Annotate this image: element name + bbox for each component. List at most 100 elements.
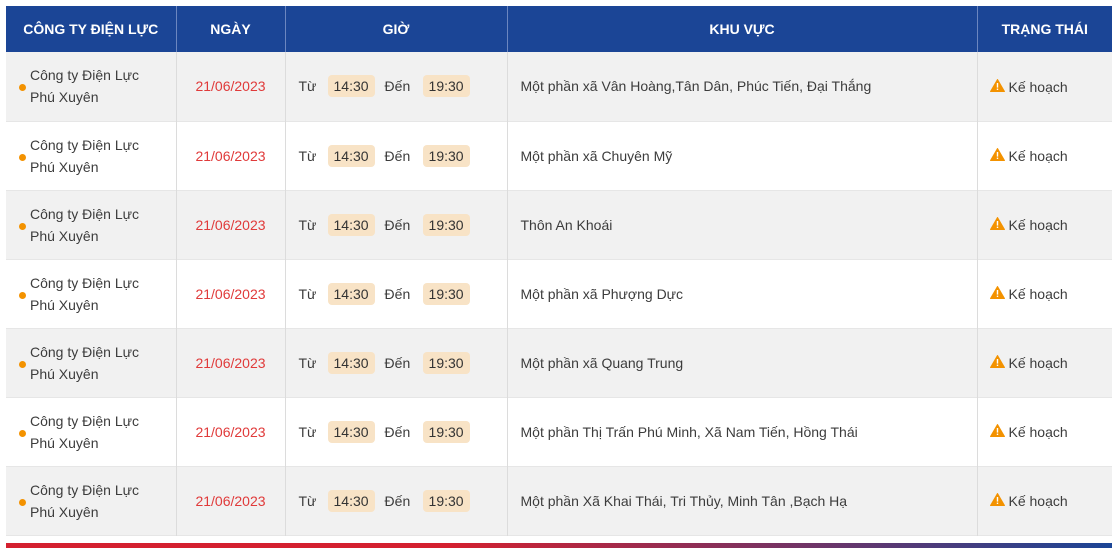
company-cell: Công ty Điện Lực Phú Xuyên — [6, 259, 177, 328]
table-row: Công ty Điện Lực Phú Xuyên 21/06/2023 Từ… — [6, 397, 1112, 466]
to-label: Đến — [384, 78, 411, 95]
company-line-1: Công ty Điện Lực — [30, 274, 139, 291]
area-cell: Thôn An Khoái — [507, 190, 978, 259]
status-label: Kế hoạch — [1008, 493, 1068, 510]
company-line-2: Phú Xuyên — [30, 434, 99, 451]
status-label: Kế hoạch — [1008, 78, 1068, 95]
status-cell: Kế hoạch — [977, 466, 1112, 535]
from-label: Từ — [298, 492, 317, 509]
company-cell: Công ty Điện Lực Phú Xuyên — [6, 52, 177, 121]
warning-icon — [989, 78, 1005, 95]
company-line-1: Công ty Điện Lực — [30, 205, 139, 222]
time-cell: Từ 14:30 Đến 19:30 — [285, 466, 508, 535]
start-time-badge: 14:30 — [327, 351, 375, 374]
bullet-dot-icon — [19, 429, 26, 437]
date-cell: 21/06/2023 — [176, 52, 286, 121]
bullet-dot-icon — [19, 498, 26, 506]
area-cell: Một phần xã Vân Hoàng,Tân Dân, Phúc Tiến… — [507, 52, 978, 121]
area-cell: Một phần Xã Khai Thái, Tri Thủy, Minh Tâ… — [507, 466, 978, 535]
table-row: Công ty Điện Lực Phú Xuyên 21/06/2023 Từ… — [6, 259, 1112, 328]
company-cell: Công ty Điện Lực Phú Xuyên — [6, 121, 177, 190]
header-row: CÔNG TY ĐIỆN LỰC NGÀY GIỜ KHU VỰC TRẠNG … — [6, 6, 1112, 52]
table-row: Công ty Điện Lực Phú Xuyên 21/06/2023 Từ… — [6, 52, 1112, 121]
date-cell: 21/06/2023 — [176, 397, 286, 466]
header-time: GIỜ — [285, 6, 508, 52]
to-label: Đến — [384, 354, 411, 371]
status-cell: Kế hoạch — [977, 121, 1112, 190]
company-name: Công ty Điện Lực Phú Xuyên — [6, 64, 176, 108]
bullet-dot-icon — [19, 222, 26, 230]
bullet-dot-icon — [19, 360, 26, 368]
end-time-badge: 19:30 — [422, 489, 470, 512]
company-line-1: Công ty Điện Lực — [30, 481, 139, 498]
start-time-badge: 14:30 — [327, 282, 375, 305]
warning-icon — [989, 148, 1005, 164]
table-row: Công ty Điện Lực Phú Xuyên 21/06/2023 Từ… — [6, 121, 1112, 190]
bullet-dot-icon — [19, 84, 26, 92]
company-line-2: Phú Xuyên — [30, 365, 99, 382]
company-line-1: Công ty Điện Lực — [30, 136, 139, 153]
company-line-2: Phú Xuyên — [30, 296, 99, 313]
time-cell: Từ 14:30 Đến 19:30 — [285, 259, 508, 328]
start-time-badge: 14:30 — [327, 75, 375, 98]
warning-icon — [989, 424, 1005, 440]
company-name: Công ty Điện Lực Phú Xuyên — [6, 341, 176, 385]
start-time-badge: 14:30 — [327, 213, 375, 236]
company-name: Công ty Điện Lực Phú Xuyên — [6, 203, 176, 247]
end-time-badge: 19:30 — [422, 213, 470, 236]
company-cell: Công ty Điện Lực Phú Xuyên — [6, 328, 177, 397]
company-line-2: Phú Xuyên — [30, 503, 99, 520]
bullet-dot-icon — [19, 291, 26, 299]
end-time-badge: 19:30 — [422, 75, 470, 98]
status-label: Kế hoạch — [1008, 355, 1068, 372]
table-row: Công ty Điện Lực Phú Xuyên 21/06/2023 Từ… — [6, 466, 1112, 535]
header-company: CÔNG TY ĐIỆN LỰC — [6, 6, 177, 52]
from-label: Từ — [298, 216, 317, 233]
area-cell: Một phần xã Quang Trung — [507, 328, 978, 397]
end-time-badge: 19:30 — [422, 282, 470, 305]
date-cell: 21/06/2023 — [176, 259, 286, 328]
company-line-2: Phú Xuyên — [30, 89, 99, 106]
outage-schedule-table-wrapper: CÔNG TY ĐIỆN LỰC NGÀY GIỜ KHU VỰC TRẠNG … — [6, 6, 1112, 536]
status-label: Kế hoạch — [1008, 217, 1068, 234]
outage-schedule-table: CÔNG TY ĐIỆN LỰC NGÀY GIỜ KHU VỰC TRẠNG … — [6, 6, 1112, 536]
company-name: Công ty Điện Lực Phú Xuyên — [6, 410, 176, 454]
end-time-badge: 19:30 — [422, 144, 470, 167]
bottom-accent-bar — [6, 543, 1112, 548]
table-row: Công ty Điện Lực Phú Xuyên 21/06/2023 Từ… — [6, 328, 1112, 397]
company-line-2: Phú Xuyên — [30, 158, 99, 175]
company-line-2: Phú Xuyên — [30, 227, 99, 244]
area-cell: Một phần xã Chuyên Mỹ — [507, 121, 978, 190]
time-cell: Từ 14:30 Đến 19:30 — [285, 52, 508, 121]
company-line-1: Công ty Điện Lực — [30, 412, 139, 429]
warning-icon — [989, 355, 1005, 371]
from-label: Từ — [298, 285, 317, 302]
date-cell: 21/06/2023 — [176, 466, 286, 535]
time-cell: Từ 14:30 Đến 19:30 — [285, 328, 508, 397]
from-label: Từ — [298, 354, 317, 371]
company-name: Công ty Điện Lực Phú Xuyên — [6, 479, 176, 523]
from-label: Từ — [298, 78, 317, 95]
start-time-badge: 14:30 — [327, 489, 375, 512]
table-row: Công ty Điện Lực Phú Xuyên 21/06/2023 Từ… — [6, 190, 1112, 259]
header-area: KHU VỰC — [507, 6, 978, 52]
header-status: TRẠNG THÁI — [977, 6, 1112, 52]
status-cell: Kế hoạch — [977, 52, 1112, 121]
time-cell: Từ 14:30 Đến 19:30 — [285, 121, 508, 190]
area-cell: Một phần Thị Trấn Phú Minh, Xã Nam Tiến,… — [507, 397, 978, 466]
from-label: Từ — [298, 147, 317, 164]
status-label: Kế hoạch — [1008, 148, 1068, 165]
status-cell: Kế hoạch — [977, 190, 1112, 259]
start-time-badge: 14:30 — [327, 420, 375, 443]
company-cell: Công ty Điện Lực Phú Xuyên — [6, 397, 177, 466]
status-label: Kế hoạch — [1008, 424, 1068, 441]
company-line-1: Công ty Điện Lực — [30, 343, 139, 360]
to-label: Đến — [384, 423, 411, 440]
warning-icon — [989, 493, 1005, 509]
date-cell: 21/06/2023 — [176, 190, 286, 259]
status-cell: Kế hoạch — [977, 328, 1112, 397]
end-time-badge: 19:30 — [422, 420, 470, 443]
warning-icon — [989, 286, 1005, 302]
time-cell: Từ 14:30 Đến 19:30 — [285, 397, 508, 466]
status-cell: Kế hoạch — [977, 397, 1112, 466]
